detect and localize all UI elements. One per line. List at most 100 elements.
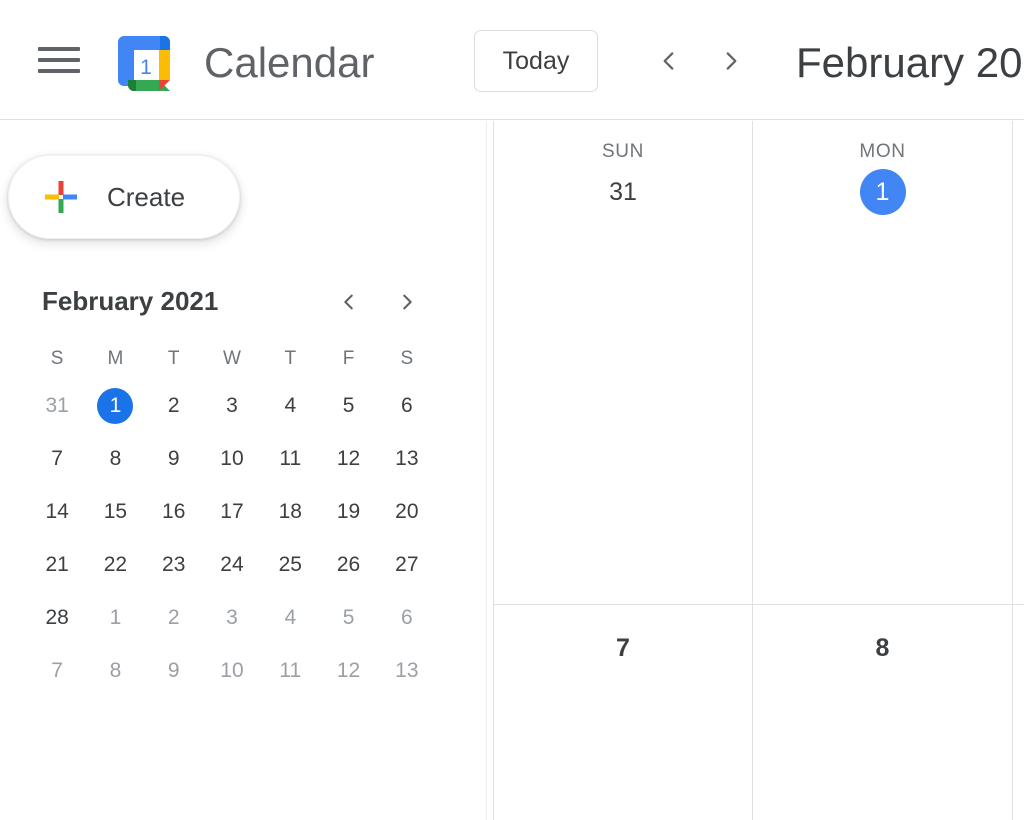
mini-calendar-day[interactable]: 18	[261, 485, 319, 538]
mini-calendar-day-number: 12	[331, 441, 367, 477]
mini-calendar-day[interactable]: 16	[145, 485, 203, 538]
mini-calendar-day[interactable]: 3	[203, 591, 261, 644]
mini-calendar-title: February 2021	[42, 281, 218, 321]
calendar-day-cell[interactable]: 8	[753, 605, 1013, 820]
mini-calendar-day[interactable]: 25	[261, 538, 319, 591]
calendar-day-number: 31	[600, 169, 646, 215]
mini-calendar-day[interactable]: 1	[86, 379, 144, 432]
mini-calendar-day[interactable]: 2	[145, 591, 203, 644]
calendar-main-grid: SUN 31 MON 1 7 8	[493, 121, 1024, 820]
mini-calendar-day-number: 2	[156, 600, 192, 636]
mini-calendar-day[interactable]: 26	[319, 538, 377, 591]
create-button[interactable]: Create	[8, 155, 240, 239]
mini-calendar-day-number: 5	[331, 388, 367, 424]
mini-calendar-day-number: 3	[214, 388, 250, 424]
mini-calendar-day[interactable]: 12	[319, 432, 377, 485]
calendar-day-cell[interactable]: 7	[493, 605, 753, 820]
calendar-week-row: SUN 31 MON 1	[493, 121, 1024, 605]
mini-calendar-day-number: 17	[214, 494, 250, 530]
mini-calendar-day[interactable]: 3	[203, 379, 261, 432]
mini-calendar-prev-icon[interactable]	[330, 283, 368, 321]
mini-calendar-day[interactable]: 1	[86, 591, 144, 644]
mini-calendar-day-number: 4	[272, 600, 308, 636]
mini-calendar-day[interactable]: 5	[319, 379, 377, 432]
mini-calendar-day[interactable]: 21	[28, 538, 86, 591]
hamburger-bar	[38, 47, 80, 51]
logo-day-number: 1	[140, 56, 152, 79]
mini-calendar-day-number: 18	[272, 494, 308, 530]
calendar-weekday-label: MON	[753, 141, 1012, 163]
calendar-day-number-wrap[interactable]: 8	[753, 625, 1012, 671]
mini-calendar-day-number: 7	[39, 441, 75, 477]
calendar-weekday-label: SUN	[494, 141, 752, 163]
mini-calendar-day[interactable]: 23	[145, 538, 203, 591]
mini-calendar-day[interactable]: 24	[203, 538, 261, 591]
mini-calendar-day-number: 31	[39, 388, 75, 424]
mini-calendar-day[interactable]: 6	[378, 591, 436, 644]
page-title: Calendar	[204, 33, 374, 93]
mini-calendar-weekday-label: T	[261, 339, 319, 379]
mini-calendar-day[interactable]: 7	[28, 432, 86, 485]
mini-calendar-day-number: 15	[97, 494, 133, 530]
mini-calendar-day-number: 28	[39, 600, 75, 636]
mini-calendar-day[interactable]: 11	[261, 644, 319, 697]
chevron-left-icon[interactable]	[646, 38, 692, 84]
mini-calendar-day[interactable]: 28	[28, 591, 86, 644]
mini-calendar-day-number: 3	[214, 600, 250, 636]
mini-calendar-day[interactable]: 12	[319, 644, 377, 697]
mini-calendar-day-number: 9	[156, 441, 192, 477]
mini-calendar-day[interactable]: 20	[378, 485, 436, 538]
mini-calendar-day-number: 5	[331, 600, 367, 636]
mini-calendar-day[interactable]: 31	[28, 379, 86, 432]
calendar-day-number-wrap[interactable]: 1	[753, 169, 1012, 215]
mini-calendar-day-number: 1	[97, 600, 133, 636]
mini-calendar-day[interactable]: 19	[319, 485, 377, 538]
hamburger-menu-icon[interactable]	[38, 44, 80, 76]
sidebar: Create February 2021 SMTWTFS311234567891…	[0, 121, 487, 820]
mini-calendar-day[interactable]: 14	[28, 485, 86, 538]
mini-calendar-day[interactable]: 4	[261, 379, 319, 432]
mini-calendar: February 2021 SMTWTFS3112345678910111213…	[28, 281, 436, 697]
mini-calendar-day-number: 14	[39, 494, 75, 530]
mini-calendar-weekday-label: T	[145, 339, 203, 379]
mini-calendar-day[interactable]: 6	[378, 379, 436, 432]
calendar-day-number-wrap[interactable]: 7	[494, 625, 752, 671]
mini-calendar-day-number: 10	[214, 441, 250, 477]
mini-calendar-weekday-label: S	[28, 339, 86, 379]
calendar-day-cell[interactable]: SUN 31	[493, 121, 753, 604]
mini-calendar-day-number: 24	[214, 547, 250, 583]
mini-calendar-day[interactable]: 22	[86, 538, 144, 591]
mini-calendar-day-number: 1	[97, 388, 133, 424]
calendar-day-cell[interactable]: MON 1	[753, 121, 1013, 604]
mini-calendar-day-number: 25	[272, 547, 308, 583]
mini-calendar-day[interactable]: 10	[203, 432, 261, 485]
mini-calendar-day[interactable]: 5	[319, 591, 377, 644]
mini-calendar-day[interactable]: 4	[261, 591, 319, 644]
today-button[interactable]: Today	[474, 30, 598, 92]
calendar-day-number: 8	[860, 625, 906, 671]
mini-calendar-day-number: 2	[156, 388, 192, 424]
google-calendar-app: 1 Calendar Today February 20	[0, 0, 1024, 820]
mini-calendar-day[interactable]: 13	[378, 432, 436, 485]
mini-calendar-day[interactable]: 17	[203, 485, 261, 538]
mini-calendar-day[interactable]: 11	[261, 432, 319, 485]
google-calendar-logo-icon[interactable]: 1	[116, 32, 182, 98]
mini-calendar-day[interactable]: 8	[86, 432, 144, 485]
mini-calendar-day[interactable]: 2	[145, 379, 203, 432]
mini-calendar-day[interactable]: 13	[378, 644, 436, 697]
mini-calendar-day[interactable]: 15	[86, 485, 144, 538]
mini-calendar-weekday-label: W	[203, 339, 261, 379]
mini-calendar-grid: SMTWTFS311234567891011121314151617181920…	[28, 339, 436, 697]
calendar-day-number-wrap[interactable]: 31	[494, 169, 752, 215]
mini-calendar-next-icon[interactable]	[388, 283, 426, 321]
mini-calendar-day[interactable]: 10	[203, 644, 261, 697]
mini-calendar-day[interactable]: 27	[378, 538, 436, 591]
mini-calendar-day[interactable]: 9	[145, 432, 203, 485]
mini-calendar-day[interactable]: 8	[86, 644, 144, 697]
calendar-day-number: 1	[860, 169, 906, 215]
chevron-right-icon[interactable]	[708, 38, 754, 84]
mini-calendar-day-number: 13	[389, 653, 425, 689]
mini-calendar-day[interactable]: 7	[28, 644, 86, 697]
mini-calendar-day-number: 21	[39, 547, 75, 583]
mini-calendar-day[interactable]: 9	[145, 644, 203, 697]
